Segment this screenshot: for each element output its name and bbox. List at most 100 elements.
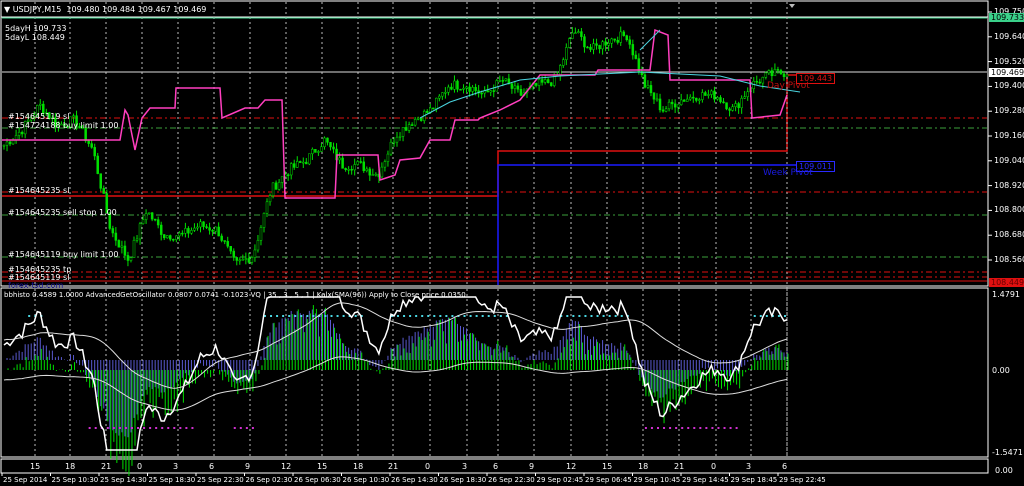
bid-price-tag: 109.469 [989, 68, 1024, 77]
candle-body [144, 213, 148, 220]
symbol-label: USDJPY,M15 [12, 5, 62, 14]
candle-body [244, 258, 248, 260]
candle-body [262, 213, 266, 228]
candle-body [268, 195, 272, 203]
candle-body [450, 86, 453, 90]
candle-body [474, 87, 477, 91]
signal-dot-up [753, 315, 756, 317]
candle-body [743, 96, 746, 99]
date-label: 25 Sep 14:30 [100, 476, 147, 484]
signal-dot-down [94, 427, 97, 429]
candle-body [779, 70, 783, 75]
hour-label: 9 [245, 462, 251, 471]
signal-dot-up [596, 315, 599, 317]
candle-body [586, 46, 589, 49]
collapse-triangle-icon[interactable]: ▼ [4, 5, 13, 14]
date-label: 26 Sep 10:30 [342, 476, 390, 484]
candle-body [356, 161, 359, 165]
signal-dot-down [711, 427, 714, 429]
candle-body [141, 219, 145, 225]
date-label: 29 Sep 02:45 [536, 476, 584, 484]
candle-body [495, 80, 499, 92]
hour-label: 6 [782, 462, 788, 471]
candle-body [350, 169, 353, 171]
candle-body [138, 223, 142, 240]
candle-body [323, 137, 326, 147]
candle-body [111, 228, 115, 234]
candle-body [785, 74, 789, 77]
watermark: forex-tsd.com [8, 281, 64, 290]
candle-body [574, 32, 577, 34]
candle-body [96, 155, 99, 174]
price-label: 109.040 [994, 155, 1024, 165]
candle-body [220, 235, 223, 241]
candle-body [135, 238, 139, 241]
signal-dot-up [294, 315, 297, 317]
candle-body [704, 92, 707, 96]
signal-dot-down [185, 427, 188, 429]
candle-body [169, 235, 172, 240]
candle-body [153, 218, 157, 221]
candle-body [607, 42, 610, 46]
candle-body [90, 143, 93, 148]
signal-dot-down [130, 427, 133, 429]
candle-body [326, 137, 329, 143]
hour-label: 15 [602, 462, 613, 471]
price-label: 109.520 [994, 56, 1024, 66]
signal-dot-up [566, 315, 569, 317]
main-pane-border [0, 0, 989, 287]
signal-dot-up [493, 315, 496, 317]
candle-body [501, 80, 505, 82]
candle-body [166, 235, 169, 239]
candle-body [120, 245, 124, 248]
order-label: #154645119 buy limit 1.00 [8, 250, 119, 259]
candle-body [280, 176, 284, 183]
candle-body [655, 98, 659, 101]
candle-body [755, 80, 759, 83]
signal-dot-up [324, 315, 327, 317]
signal-dot-down [687, 427, 690, 429]
candle-body [123, 245, 127, 256]
candle-body [613, 38, 616, 41]
candle-body [773, 69, 777, 77]
signal-dot-up [403, 315, 406, 317]
candle-body [305, 161, 308, 165]
candle-body [516, 85, 520, 90]
candle-body [746, 91, 749, 97]
candle-body [489, 90, 492, 93]
candle-body [226, 241, 229, 247]
candle-body [710, 90, 713, 95]
candle-body [649, 85, 653, 94]
candle-body [764, 72, 768, 78]
candle-body [132, 240, 136, 258]
candle-body [782, 73, 786, 77]
candle-body [670, 101, 674, 105]
signal-dot-down [239, 427, 242, 429]
signal-dot-down [693, 427, 696, 429]
candle-body [238, 259, 242, 262]
hour-label: 18 [353, 462, 364, 471]
candle-body [87, 140, 90, 144]
candle-body [320, 146, 323, 152]
candle-body [652, 92, 656, 100]
candle-body [72, 115, 75, 118]
chart-canvas[interactable] [0, 0, 1024, 486]
candle-body [595, 43, 598, 46]
signal-dot-up [451, 315, 454, 317]
price-label: 108.680 [994, 230, 1024, 240]
candle-body [274, 182, 278, 190]
candle-body [289, 163, 293, 176]
signal-dot-down [729, 427, 732, 429]
signal-dot-down [167, 427, 170, 429]
candle-body [504, 78, 508, 81]
ohlc-values: 109.480 109.484 109.467 109.469 [66, 5, 207, 14]
candle-body [247, 258, 251, 263]
candle-body [549, 82, 553, 86]
date-label: 29 Sep 06:45 [585, 476, 632, 484]
candle-body [199, 221, 202, 228]
candle-body [184, 228, 187, 234]
candle-body [308, 153, 311, 165]
hour-label: 21 [674, 462, 685, 471]
price-label: 109.280 [994, 106, 1024, 116]
five-day-high-label: 5dayH 109.733 [5, 24, 67, 33]
